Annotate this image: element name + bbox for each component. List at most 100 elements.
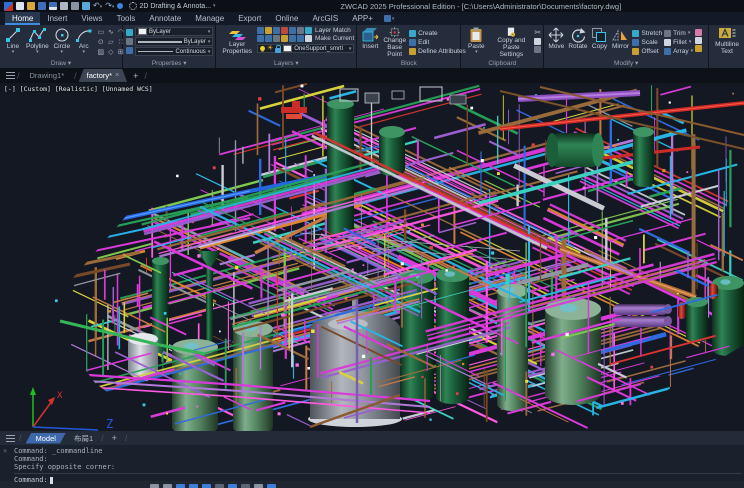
polygon-icon[interactable]: ◇ xyxy=(106,48,116,58)
doctabs-menu-icon[interactable] xyxy=(6,72,15,79)
qat-more-icon[interactable] xyxy=(117,3,123,9)
spline-icon[interactable]: ∿ xyxy=(106,28,116,38)
model-tab[interactable]: Model xyxy=(26,433,66,444)
layer-merge-icon[interactable] xyxy=(289,35,296,42)
layer-match-icon[interactable] xyxy=(305,27,312,34)
tab-home[interactable]: Home xyxy=(5,12,40,25)
layer-lock-icon[interactable] xyxy=(273,27,280,34)
draw-panel-footer[interactable]: Draw ▾ xyxy=(0,59,122,67)
mirror-button[interactable]: Mirror xyxy=(610,27,630,58)
status-toggle-icon[interactable] xyxy=(254,484,263,488)
layer-properties-button[interactable]: Layer Properties xyxy=(219,27,255,58)
save-icon[interactable] xyxy=(38,2,46,10)
layer-unisolate-icon[interactable] xyxy=(297,27,304,34)
multiline-text-button[interactable]: Multiline Text xyxy=(712,27,742,58)
make-current-label[interactable]: Make Current xyxy=(315,35,354,42)
offset-button[interactable]: Offset xyxy=(632,47,662,55)
paste-special-icon[interactable] xyxy=(534,46,541,53)
join-icon[interactable] xyxy=(695,45,702,52)
layer-off-icon[interactable] xyxy=(281,27,288,34)
layer-walk-icon[interactable] xyxy=(265,35,272,42)
status-toggle-icon[interactable] xyxy=(202,484,211,488)
array-button[interactable]: Array▾ xyxy=(664,47,693,55)
copy-icon[interactable] xyxy=(60,2,68,10)
create-block-button[interactable]: Create xyxy=(409,29,466,37)
color-dropdown[interactable]: ByLayer ▾ xyxy=(135,27,213,36)
layers-panel-footer[interactable]: Layers ▾ xyxy=(216,59,356,67)
status-toggle-icon[interactable] xyxy=(228,484,237,488)
redo-button[interactable]: ↷▾ xyxy=(105,2,114,11)
viewport-controls[interactable]: [-] [Custom] [Realistic] [Unnamed WCS] xyxy=(4,85,153,93)
modify-panel-footer[interactable]: Modify ▾ xyxy=(544,59,708,67)
layer-freeze-icon[interactable] xyxy=(265,27,272,34)
print-icon[interactable] xyxy=(71,2,79,10)
polyline-tool[interactable]: Polyline▾ xyxy=(25,27,50,58)
hatch-icon[interactable]: ▨ xyxy=(96,48,106,58)
status-toggle-icon[interactable] xyxy=(189,484,198,488)
ribbon-display-options[interactable]: ▾ xyxy=(384,12,395,25)
match-properties-icon[interactable] xyxy=(126,29,133,36)
line-tool[interactable]: Line▾ xyxy=(3,27,23,58)
new-layout-button[interactable]: + xyxy=(108,433,121,443)
layout-menu-icon[interactable] xyxy=(6,435,15,442)
layer-match-label[interactable]: Layer Match xyxy=(315,27,351,34)
viewport[interactable]: X Z [-] [Custom] [Realistic] [Unnamed WC… xyxy=(0,83,744,431)
layer-on-icon[interactable] xyxy=(257,27,264,34)
region-icon[interactable]: ▱ xyxy=(106,38,116,48)
open-file-icon[interactable] xyxy=(27,2,35,10)
layout1-tab[interactable]: 布局1 xyxy=(70,432,97,445)
trim-button[interactable]: Trim▾ xyxy=(664,29,693,37)
tab-insert[interactable]: Insert xyxy=(40,12,74,25)
list-icon[interactable] xyxy=(126,38,133,45)
tab-close-icon[interactable]: × xyxy=(115,72,119,79)
tab-drawing1[interactable]: Drawing1* xyxy=(22,69,73,82)
status-toggle-icon[interactable] xyxy=(267,484,276,488)
tab-factory[interactable]: factory* × xyxy=(79,69,128,82)
scale-button[interactable]: Scale xyxy=(632,38,662,46)
stretch-button[interactable]: Stretch xyxy=(632,29,662,37)
command-line-panel[interactable]: × Command: _commandline Command: Specify… xyxy=(0,445,744,481)
layer-prev-icon[interactable] xyxy=(257,35,264,42)
paste-button[interactable]: Paste▾ xyxy=(464,27,488,58)
erase-icon[interactable] xyxy=(695,29,702,36)
copy-paste-settings-button[interactable]: Copy and Paste Settings xyxy=(490,27,532,58)
tab-annotate[interactable]: Annotate xyxy=(142,12,188,25)
status-toggle-icon[interactable] xyxy=(241,484,250,488)
tab-export[interactable]: Export xyxy=(231,12,268,25)
copy-button[interactable]: Copy xyxy=(590,27,608,58)
command-close-icon[interactable]: × xyxy=(3,447,7,455)
layer-isolate-icon[interactable] xyxy=(289,27,296,34)
new-tab-button[interactable]: + xyxy=(129,71,142,81)
layer-thaw-icon[interactable] xyxy=(273,35,280,42)
linetype-dropdown[interactable]: Continuous ▾ xyxy=(135,47,213,56)
layer-delete-icon[interactable] xyxy=(297,35,304,42)
edit-block-button[interactable]: Edit xyxy=(409,38,466,46)
define-attributes-button[interactable]: Define Attributes xyxy=(409,47,466,55)
status-toggle-icon[interactable] xyxy=(150,484,159,488)
status-toggle-icon[interactable] xyxy=(163,484,172,488)
move-button[interactable]: Move xyxy=(547,27,565,58)
properties-panel-footer[interactable]: Properties ▾ xyxy=(123,59,215,67)
layer-unlock-icon[interactable] xyxy=(281,35,288,42)
change-base-point-button[interactable]: Change Base Point xyxy=(382,27,407,58)
quick-select-icon[interactable] xyxy=(126,47,133,54)
donut-icon[interactable]: ⊙ xyxy=(96,38,106,48)
status-toggle-icon[interactable] xyxy=(176,484,185,488)
layer-dropdown[interactable]: ☀ OneSupport_smrtl ▾ xyxy=(257,44,354,53)
make-current-icon[interactable] xyxy=(305,35,312,42)
rectangle-icon[interactable]: ▭ xyxy=(96,28,106,38)
new-file-icon[interactable] xyxy=(16,2,24,10)
tab-views[interactable]: Views xyxy=(74,12,109,25)
tab-tools[interactable]: Tools xyxy=(110,12,143,25)
copy-clip-icon[interactable] xyxy=(534,38,541,45)
arc-tool[interactable]: Arc▾ xyxy=(74,27,94,58)
tab-arcgis[interactable]: ArcGIS xyxy=(305,12,345,25)
save-as-icon[interactable] xyxy=(49,2,57,10)
rotate-button[interactable]: Rotate xyxy=(567,27,588,58)
circle-tool[interactable]: Circle▾ xyxy=(52,27,72,58)
tab-manage[interactable]: Manage xyxy=(188,12,231,25)
explode-icon[interactable] xyxy=(695,37,702,44)
workspace-switcher[interactable]: 2D Drafting & Annota... ▾ xyxy=(126,2,218,10)
command-input[interactable]: Command: xyxy=(14,473,742,484)
tab-app[interactable]: APP+ xyxy=(345,12,380,25)
